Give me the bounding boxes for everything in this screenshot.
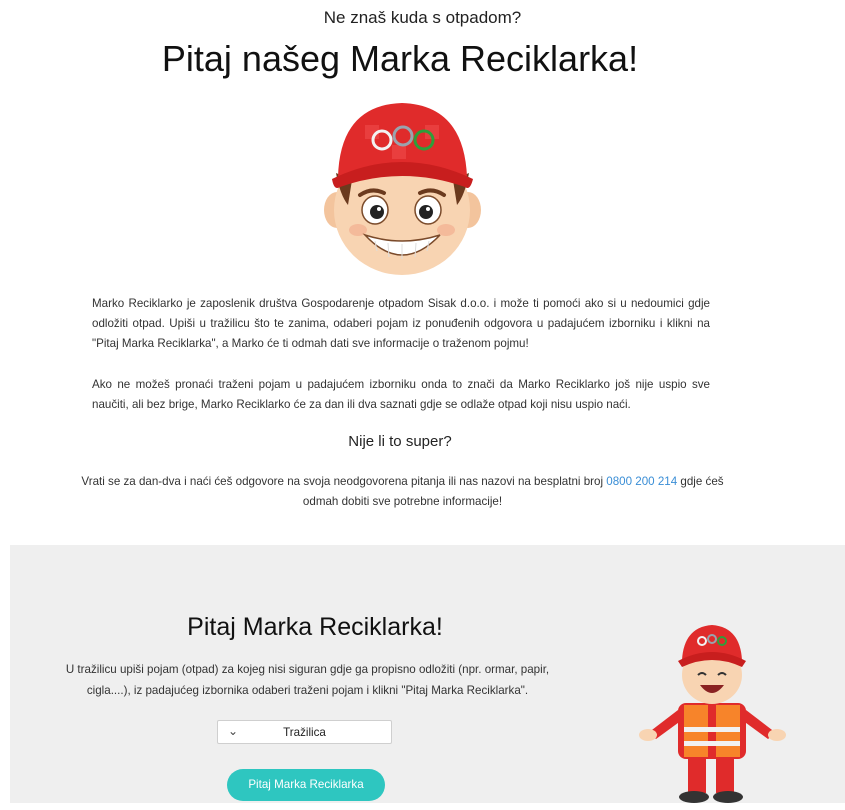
search-select-value: Tražilica [283,726,326,739]
search-select[interactable]: ⌄ Tražilica [217,720,392,744]
callback-text-before: Vrati se za dan-dva i naći ćeš odgovore … [81,475,607,488]
intro-paragraph-2: Ako ne možeš pronaći traženi pojam u pad… [92,378,710,411]
marko-full-body-illustration [638,615,788,805]
callback-text: Vrati se za dan-dva i naći ćeš odgovore … [80,472,725,512]
page-title: Pitaj našeg Marka Reciklarka! [161,38,639,79]
page-subtitle: Ne znaš kuda s otpadom? [323,8,522,27]
ask-title: Pitaj Marka Reciklarka! [187,613,443,641]
phone-link[interactable]: 0800 200 214 [606,475,677,488]
ask-marko-button[interactable]: Pitaj Marka Reciklarka [227,769,385,801]
intro-question: Nije li to super? [348,433,452,450]
intro-section: Ne znaš kuda s otpadom? Pitaj našeg Mark… [0,0,845,545]
intro-paragraph-1: Marko Reciklarko je zaposlenik društva G… [92,297,710,350]
marko-face-illustration [320,95,485,280]
ask-section: Pitaj Marka Reciklarka! U tražilicu upiš… [10,545,845,803]
ask-instructions: U tražilicu upiši pojam (otpad) za kojeg… [65,663,550,697]
